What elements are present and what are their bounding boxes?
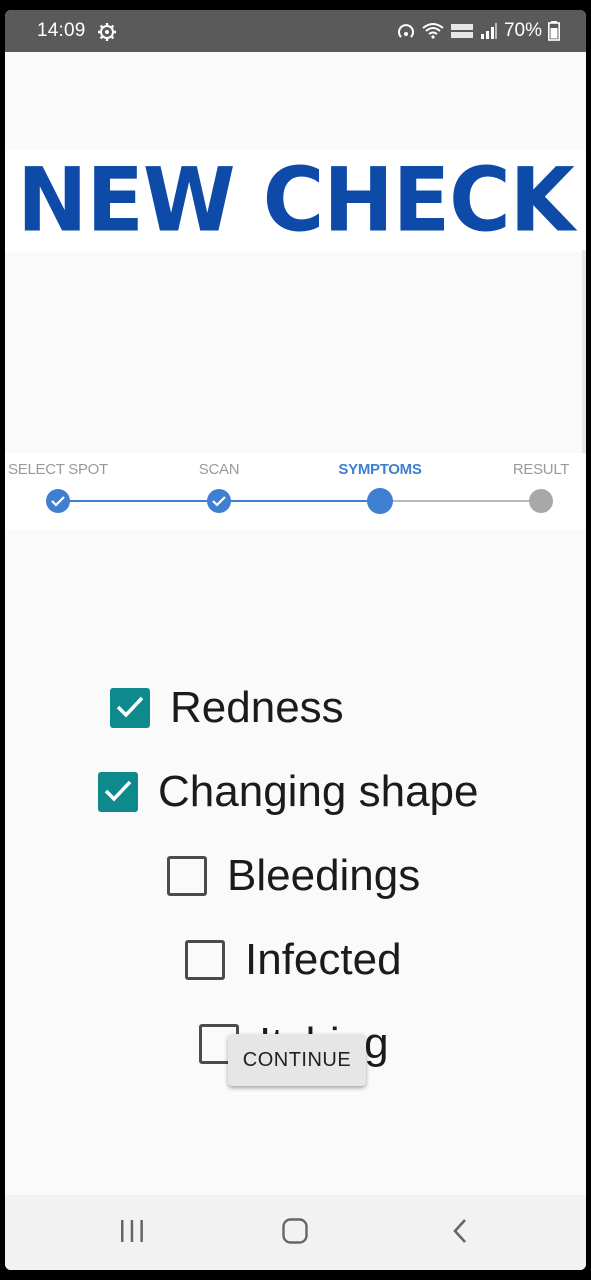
volte-icon — [450, 22, 474, 40]
symptom-label: Bleedings — [227, 851, 421, 900]
step-label-symptoms: SYMPTOMS — [338, 461, 422, 478]
symptom-infected[interactable]: Infected — [185, 935, 402, 985]
status-icons: 70% — [396, 20, 560, 42]
checkmark-icon — [116, 696, 144, 718]
checkbox-changing-shape[interactable] — [98, 772, 138, 812]
symptom-label: Redness — [170, 683, 344, 732]
symptom-changing-shape[interactable]: Changing shape — [98, 767, 478, 817]
checkbox-infected[interactable] — [185, 940, 225, 980]
step-dot-scan — [207, 489, 231, 513]
page-title: NEW CHECK — [17, 148, 575, 252]
recents-icon[interactable] — [118, 1217, 146, 1250]
symptom-label: Changing shape — [158, 767, 479, 816]
signal-icon — [480, 22, 498, 40]
step-connector — [380, 500, 541, 502]
app-screen: 14:09 70% NEW CHECK SELECT SPOT SCAN SYM… — [5, 10, 586, 1270]
checkbox-bleedings[interactable] — [167, 856, 207, 896]
step-label-result: RESULT — [512, 461, 570, 478]
continue-button[interactable]: CONTINUE — [228, 1034, 366, 1086]
scroll-indicator — [582, 250, 586, 460]
status-time: 14:09 — [37, 20, 86, 41]
navigation-bar — [5, 1195, 586, 1270]
check-icon — [212, 496, 226, 507]
symptom-bleedings[interactable]: Bleedings — [167, 851, 420, 901]
battery-percent: 70% — [503, 20, 542, 41]
check-icon — [51, 496, 65, 507]
step-connector — [219, 500, 380, 502]
step-connector — [58, 500, 219, 502]
symptom-label: Infected — [245, 935, 402, 984]
step-label-select-spot: SELECT SPOT — [8, 461, 108, 478]
hotspot-icon — [396, 22, 416, 40]
step-dot-symptoms — [367, 488, 393, 514]
wifi-call-icon — [422, 22, 444, 40]
checkbox-redness[interactable] — [110, 688, 150, 728]
symptom-redness[interactable]: Redness — [110, 683, 344, 733]
battery-icon — [548, 21, 560, 41]
checkmark-icon — [104, 780, 132, 802]
progress-stepper: SELECT SPOT SCAN SYMPTOMS RESULT — [5, 453, 586, 529]
home-icon[interactable] — [281, 1217, 309, 1250]
status-bar: 14:09 70% — [5, 10, 586, 52]
step-dot-result — [529, 489, 553, 513]
step-label-scan: SCAN — [198, 461, 240, 478]
back-icon[interactable] — [447, 1217, 475, 1250]
step-dot-select-spot — [46, 489, 70, 513]
settings-gear-icon — [97, 22, 117, 42]
